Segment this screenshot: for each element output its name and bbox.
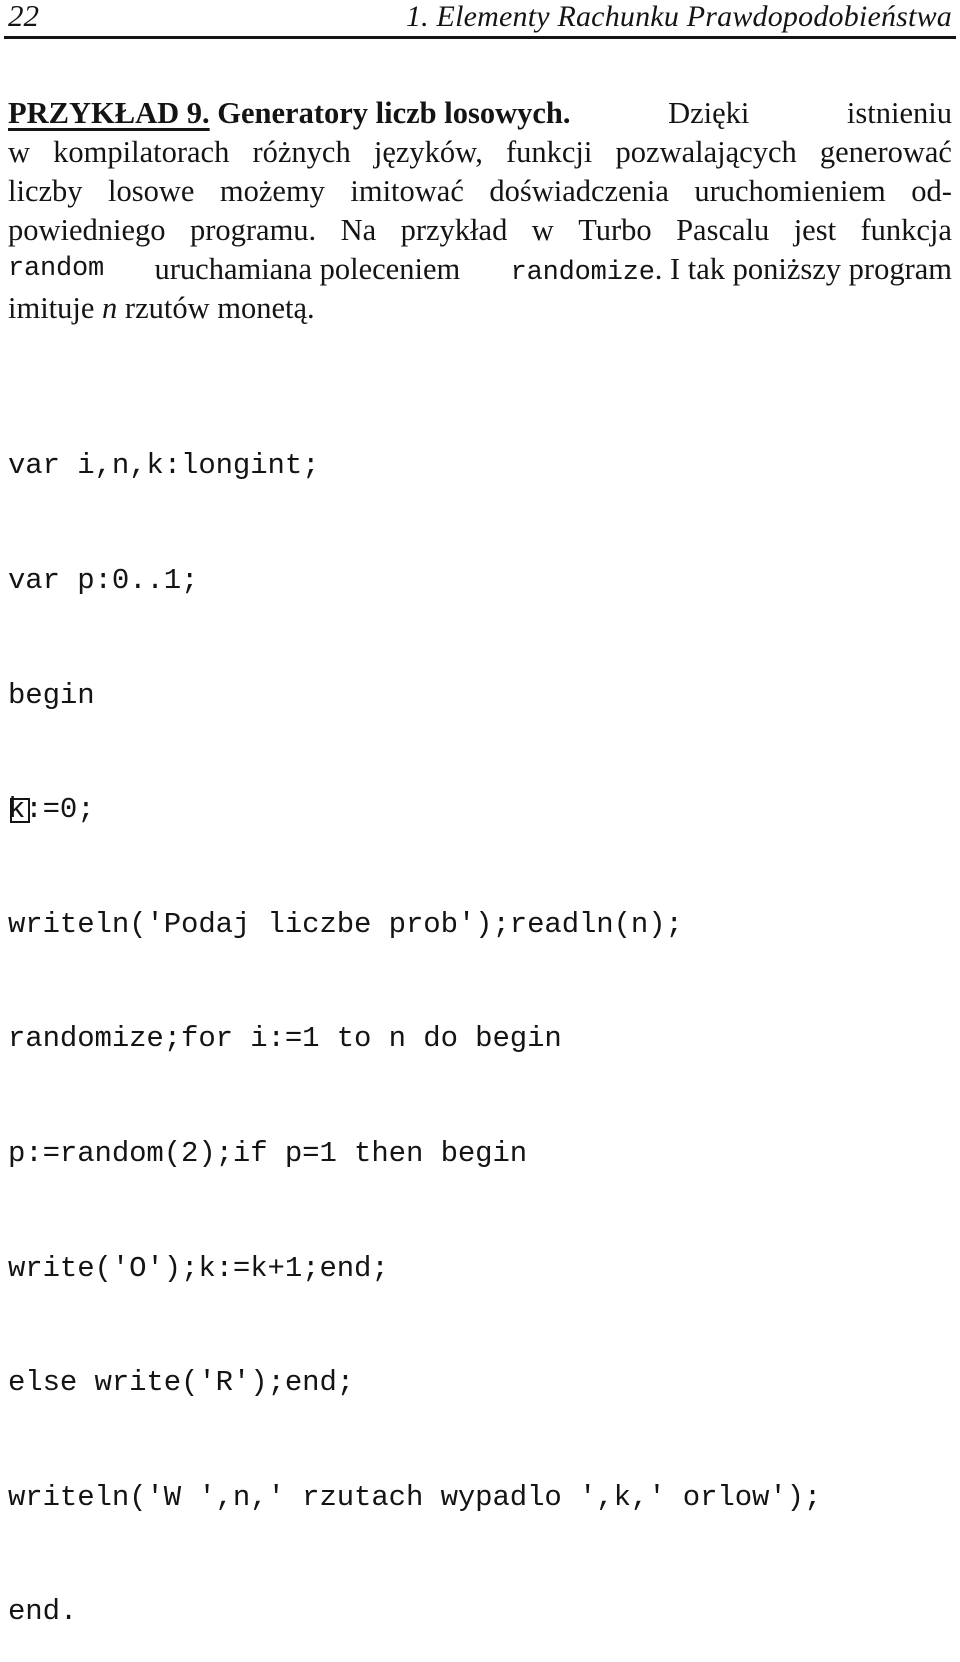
paragraph-line-2-word-4: języków, xyxy=(373,135,483,169)
code-line: else write('R');end; xyxy=(8,1366,355,1400)
paragraph-line-3-word-2: losowe xyxy=(108,174,195,208)
running-header: 22 1. Elementy Rachunku Prawdopodobieńst… xyxy=(8,0,952,38)
paragraph-line-4-word-9: funkcja xyxy=(860,213,952,247)
code-line: randomize;for i:=1 to n do begin xyxy=(8,1022,562,1056)
code-line: writeln('W ',n,' rzutach wypadlo ',k,' o… xyxy=(8,1480,822,1514)
paragraph-line-4-word-5: w xyxy=(531,213,554,247)
paragraph-line-4: powiedniego programu. Na przykład w Turb… xyxy=(8,211,952,250)
paragraph-line-4-word-4: przykład xyxy=(400,213,508,247)
paragraph-line-3-word-3: możemy xyxy=(219,174,325,208)
code-line: k:=0; xyxy=(8,793,95,827)
paragraph-line-3-word-1: liczby xyxy=(8,174,83,208)
paragraph-line-2-word-3: różnych xyxy=(252,135,351,169)
paragraph-line-5: random uruchamiana poleceniem randomize.… xyxy=(8,250,952,289)
paragraph-line-3-word-7: od- xyxy=(911,174,952,208)
code-listing: var i,n,k:longint; var p:0..1; begin k:=… xyxy=(8,371,952,1662)
paragraph-line-4-word-1: powiedniego xyxy=(8,213,166,247)
qed-square-icon xyxy=(10,798,30,823)
paragraph-line-4-word-8: jest xyxy=(793,213,837,247)
paragraph-line-2: w kompilatorach różnych języków, funkcji… xyxy=(8,133,952,172)
example-paragraph: PRZYKŁAD 9. Generatory liczb losowych. D… xyxy=(8,94,952,328)
paragraph-line-5-tail: . I tak poniższy program xyxy=(654,252,952,286)
paragraph-line-4-word-7: Pascalu xyxy=(676,213,770,247)
paragraph-line-5-mid: uruchamiana poleceniem xyxy=(154,252,461,286)
example-lead-label: PRZYKŁAD 9. Generatory liczb losowych. xyxy=(8,96,571,130)
paragraph-line-6: imituje n rzutów monetą. xyxy=(8,289,952,328)
paragraph-line-1: PRZYKŁAD 9. Generatory liczb losowych. D… xyxy=(8,94,952,133)
page-number: 22 xyxy=(8,0,39,33)
header-rule xyxy=(4,36,956,39)
code-line: begin xyxy=(8,678,95,712)
paragraph-line-3-word-4: imitować xyxy=(350,174,464,208)
paragraph-line-6-after: rzutów monetą. xyxy=(117,291,315,325)
code-line: end. xyxy=(8,1595,78,1629)
paragraph-line-4-word-3: Na xyxy=(340,213,377,247)
code-line: var i,n,k:longint; xyxy=(8,449,320,483)
paragraph-line-3-word-6: uruchomieniem xyxy=(694,174,886,208)
paragraph-line-1-word-1: Dzięki xyxy=(668,96,750,130)
code-line: p:=random(2);if p=1 then begin xyxy=(8,1136,528,1170)
paragraph-line-3: liczby losowe możemy imitować doświadcze… xyxy=(8,172,952,211)
chapter-title: 1. Elementy Rachunku Prawdopodobieństwa xyxy=(405,0,952,33)
paragraph-line-2-word-6: pozwalających xyxy=(615,135,797,169)
end-of-example-marker xyxy=(10,798,30,828)
math-variable-n: n xyxy=(102,291,118,325)
code-line: write('O');k:=k+1;end; xyxy=(8,1251,389,1285)
paragraph-line-6-before: imituje xyxy=(8,291,103,325)
paragraph-line-2-word-2: kompilatorach xyxy=(53,135,230,169)
paragraph-line-3-word-5: doświadczenia xyxy=(489,174,669,208)
paragraph-line-4-word-2: programu. xyxy=(189,213,317,247)
inline-code-randomize: randomize xyxy=(510,258,655,288)
code-line: var p:0..1; xyxy=(8,564,199,597)
inline-code-random: random xyxy=(8,254,105,284)
paragraph-line-1-word-2: istnieniu xyxy=(846,96,952,130)
paragraph-line-2-word-7: generować xyxy=(819,135,952,169)
paragraph-line-5-tail-group: randomize. I tak poniższy program xyxy=(511,250,952,289)
paragraph-line-4-word-6: Turbo xyxy=(578,213,652,247)
document-page: 22 1. Elementy Rachunku Prawdopodobieńst… xyxy=(0,0,960,1628)
paragraph-line-2-word-5: funkcji xyxy=(505,135,593,169)
paragraph-line-2-word-1: w xyxy=(8,135,31,169)
code-line: writeln('Podaj liczbe prob');readln(n); xyxy=(8,907,683,941)
